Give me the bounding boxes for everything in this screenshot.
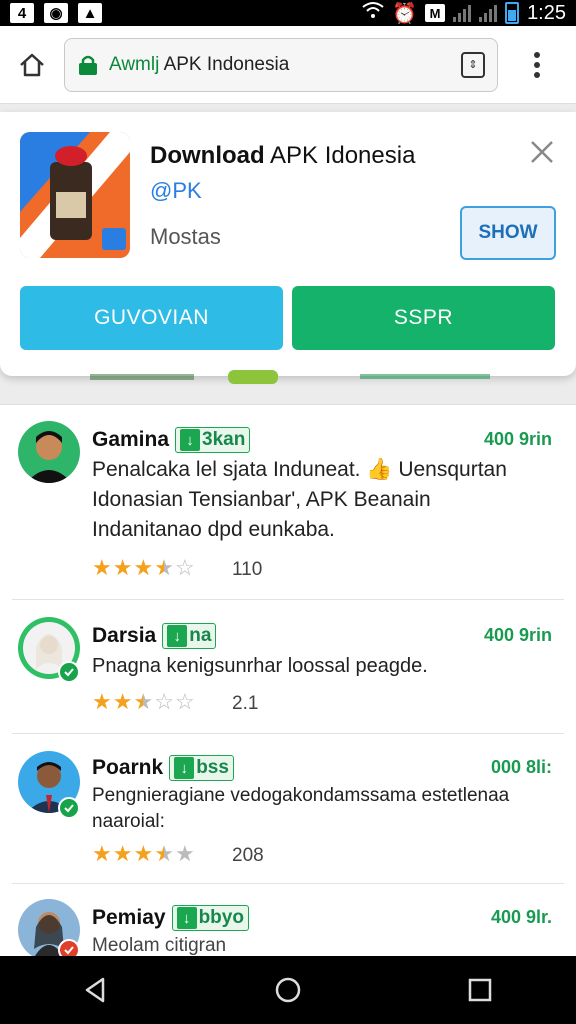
camera-icon: ◉	[44, 3, 68, 23]
review-time: 400 9rin	[483, 429, 552, 449]
status-bar: 4 ◉ ▲ ⏰ M 1:25	[0, 0, 576, 26]
recents-icon[interactable]	[465, 975, 495, 1005]
review-time: 000 8li:	[490, 757, 552, 777]
review-list: Gamina ↓ 3kan 400 9rin Penalcaka lel sjat…	[0, 404, 576, 956]
image-icon: ▲	[78, 3, 102, 23]
review-time: 400 9rin	[483, 625, 552, 645]
review-count: 2.1	[232, 693, 259, 714]
review-item[interactable]: Darsia ↓ na 400 9rin Pnagna kenigsunrhar …	[0, 601, 576, 735]
download-icon: ↓	[167, 625, 188, 647]
download-icon: ↓	[180, 429, 201, 451]
back-icon[interactable]	[81, 975, 111, 1005]
verified-icon	[58, 797, 80, 819]
reviewer-tag: ↓ 3kan	[175, 427, 251, 453]
alarm-icon: ⏰	[392, 2, 418, 25]
divider	[12, 599, 564, 600]
system-nav-bar	[0, 956, 576, 1024]
primary-green-button[interactable]: SSPR	[292, 286, 555, 350]
reviewer-tag: ↓ bss	[169, 755, 234, 781]
tab-switcher-icon[interactable]: ⇕	[461, 51, 485, 78]
url-text: Awmlj APK Indonesia	[109, 54, 451, 76]
review-item[interactable]: Gamina ↓ 3kan 400 9rin Penalcaka lel sjat…	[0, 405, 576, 601]
app-icon[interactable]	[20, 132, 130, 258]
review-text: Pnagna kenigsunrhar loossal peagde.	[92, 655, 428, 677]
url-domain: Awmlj	[109, 53, 160, 75]
primary-blue-button[interactable]: GUVOVIAN	[20, 286, 283, 350]
wifi-icon	[362, 1, 384, 25]
download-icon: ↓	[174, 757, 195, 779]
m-icon: M	[425, 4, 446, 22]
divider	[12, 883, 564, 884]
app-install-banner: Download APK Idonesia @PK Mostas SHOW GU…	[0, 112, 576, 376]
overflow-menu-button[interactable]	[498, 26, 576, 104]
banner-title: Download APK Idonesia	[150, 142, 416, 169]
home-circle-icon[interactable]	[273, 975, 303, 1005]
star-rating: ★ ★ ★ ★ ☆	[92, 555, 195, 580]
lock-icon	[79, 55, 97, 75]
banner-meta: Mostas	[150, 224, 221, 249]
review-text: Penalcaka lel sjata Induneat. 👍 Uensqurt…	[92, 458, 507, 541]
review-time: 400 9lr.	[490, 907, 552, 927]
notification-count: 4	[10, 3, 34, 23]
star-rating: ★ ★ ★ ☆ ☆	[92, 689, 195, 714]
browser-toolbar: Awmlj APK Indonesia ⇕	[0, 26, 576, 104]
star-rating: ★ ★ ★ ★ ★	[92, 841, 195, 866]
signal-icon	[453, 4, 472, 22]
reviewer-tag: ↓ bbyo	[171, 905, 249, 931]
verified-icon	[58, 661, 80, 683]
url-title: APK Indonesia	[163, 53, 290, 75]
battery-icon	[505, 2, 520, 24]
url-field[interactable]: Awmlj APK Indonesia ⇕	[64, 37, 498, 92]
badge-icon	[58, 939, 80, 956]
obscured-content	[0, 366, 576, 396]
divider	[12, 733, 564, 734]
reviewer-tag: ↓ na	[162, 623, 217, 649]
reviewer-name: Gamina ↓ 3kan	[92, 427, 251, 453]
banner-subtitle: @PK	[150, 178, 202, 203]
reviewer-name: Pemiay ↓ bbyo	[92, 905, 249, 931]
download-icon: ↓	[176, 907, 197, 929]
review-text: Pengnieragiane vedogakondamssama estetle…	[92, 785, 510, 832]
review-item[interactable]: Pemiay ↓ bbyo 400 9lr. Meolam citigran	[0, 885, 576, 956]
close-icon[interactable]	[528, 138, 556, 166]
clock: 1:25	[527, 1, 566, 24]
review-count: 110	[232, 559, 263, 580]
reviewer-name: Poarnk ↓ bss	[92, 755, 234, 781]
review-text: Meolam citigran	[92, 935, 227, 956]
review-count: 208	[232, 845, 264, 866]
home-button[interactable]	[0, 26, 64, 104]
signal-icon-2	[479, 4, 498, 22]
home-icon	[20, 53, 44, 76]
reviewer-name: Darsia ↓ na	[92, 623, 217, 649]
review-item[interactable]: Poarnk ↓ bss 000 8li: Pengnieragiane vedo…	[0, 735, 576, 885]
show-button[interactable]: SHOW	[460, 206, 556, 260]
avatar	[18, 421, 80, 483]
